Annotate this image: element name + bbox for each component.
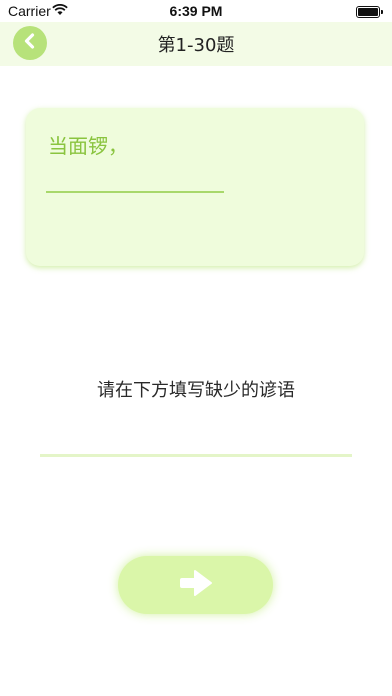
instruction-text: 请在下方填写缺少的谚语 [97, 380, 295, 401]
arrow-right-icon [178, 568, 214, 602]
battery-icon [356, 6, 383, 18]
status-bar: Carrier 6:39 PM [0, 0, 392, 22]
status-time: 6:39 PM [169, 3, 223, 19]
question-text: 当面锣， [48, 134, 128, 158]
page-title: 第1-30题 [157, 35, 235, 56]
next-button[interactable] [118, 556, 273, 614]
nav-bar: 第1-30题 [0, 22, 392, 66]
answer-input[interactable] [40, 424, 352, 457]
blank-underline [46, 191, 224, 193]
question-card: 当面锣， [26, 108, 364, 266]
